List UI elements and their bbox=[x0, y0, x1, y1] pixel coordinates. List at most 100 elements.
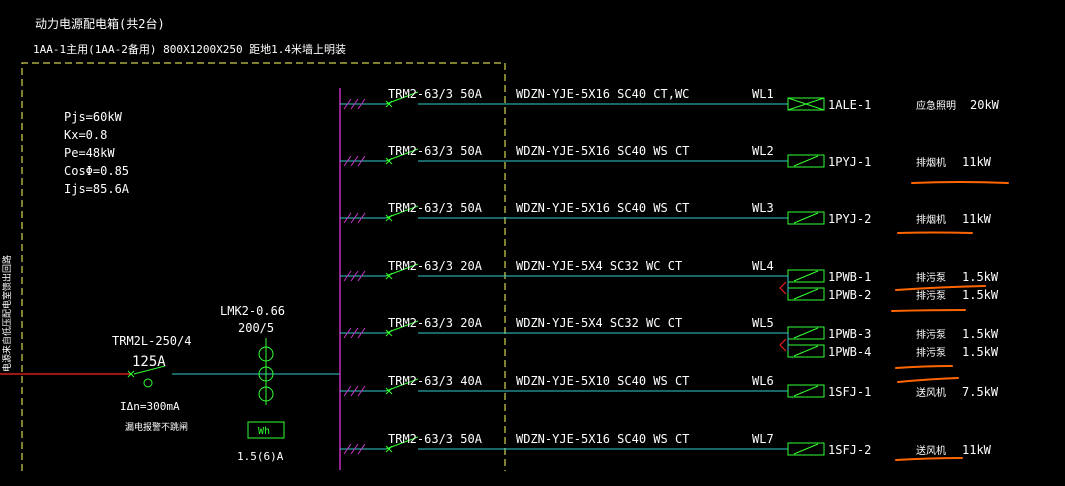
load-diagonal bbox=[793, 288, 819, 300]
load-id: 1PYJ-2 bbox=[828, 212, 871, 226]
outgoing-circuits: TRM2-63/3 50A WDZN-YJE-5X16 SC40 CT,WC WL1… bbox=[340, 87, 1000, 457]
load-1sfj-1: 1SFJ-1 送风机 7.5kW bbox=[787, 384, 999, 399]
load-diagonal bbox=[793, 443, 819, 455]
breaker-label: TRM2-63/3 20A bbox=[388, 316, 483, 330]
circuit-wl2: TRM2-63/3 50A WDZN-YJE-5X16 SC40 WS CT WL2… bbox=[340, 144, 992, 169]
load-parameter: Kx=0.8 bbox=[64, 128, 107, 142]
load-diagonal bbox=[793, 270, 819, 282]
load-1pwb-2: 1PWB-2 排污泵 1.5kW bbox=[787, 287, 999, 302]
cable-spec: WDZN-YJE-5X10 SC40 WS CT bbox=[516, 374, 689, 388]
cable-spec: WDZN-YJE-5X16 SC40 WS CT bbox=[516, 432, 689, 446]
circuit-wl5: TRM2-63/3 20A WDZN-YJE-5X4 SC32 WC CT WL5 1… bbox=[340, 316, 999, 359]
circuit-number: WL6 bbox=[752, 374, 774, 388]
circuit-number: WL5 bbox=[752, 316, 774, 330]
panel-title: 动力电源配电箱(共2台) bbox=[35, 16, 165, 31]
markup-underline bbox=[911, 181, 1009, 184]
load-name: 排污泵 bbox=[916, 271, 946, 284]
load-diagonal bbox=[793, 212, 819, 224]
load-1pwb-4: 1PWB-4 排污泵 1.5kW bbox=[787, 344, 999, 359]
load-parameter: Pe=48kW bbox=[64, 146, 115, 160]
load-1ale-1: 1ALE-1 应急照明 20kW bbox=[787, 97, 1000, 112]
load-id: 1PWB-1 bbox=[828, 270, 871, 284]
load-name: 应急照明 bbox=[916, 99, 956, 112]
load-id: 1SFJ-1 bbox=[828, 385, 871, 399]
residual-current-symbol bbox=[143, 378, 153, 388]
circuit-number: WL7 bbox=[752, 432, 774, 446]
load-diagonal bbox=[793, 385, 819, 397]
load-name: 排烟机 bbox=[916, 213, 946, 226]
energy-meter-label: Wh bbox=[258, 426, 270, 437]
incoming-feeder: 电源来自低压配电室馈出回路 TRM2L-250/4 125A IΔn=300mA… bbox=[0, 255, 340, 433]
breaker-label: TRM2-63/3 50A bbox=[388, 87, 483, 101]
load-parameter: Pjs=60kW bbox=[64, 110, 123, 124]
circuit-wl4: TRM2-63/3 20A WDZN-YJE-5X4 SC32 WC CT WL4 1… bbox=[340, 259, 999, 302]
circuit-number: WL4 bbox=[752, 259, 774, 273]
load-name: 排烟机 bbox=[916, 156, 946, 169]
cable-spec: WDZN-YJE-5X16 SC40 WS CT bbox=[516, 144, 689, 158]
load-power: 1.5kW bbox=[962, 270, 999, 284]
load-id: 1PYJ-1 bbox=[828, 155, 871, 169]
load-diagonal bbox=[793, 155, 819, 167]
load-power: 11kW bbox=[962, 443, 992, 457]
load-power: 1.5kW bbox=[962, 327, 999, 341]
load-power: 1.5kW bbox=[962, 288, 999, 302]
red-markup-bracket bbox=[779, 338, 787, 352]
meter-rating: 1.5(6)A bbox=[237, 450, 284, 463]
load-parameter: CosΦ=0.85 bbox=[64, 164, 129, 178]
load-parameters: Pjs=60kW Kx=0.8 Pe=48kW CosΦ=0.85 Ijs=85.6A bbox=[64, 110, 130, 196]
ct-ratio: 200/5 bbox=[238, 321, 274, 335]
circuit-number: WL1 bbox=[752, 87, 774, 101]
load-id: 1SFJ-2 bbox=[828, 443, 871, 457]
load-diagonal bbox=[793, 345, 819, 357]
load-1pyj-1: 1PYJ-1 排烟机 11kW bbox=[787, 154, 992, 169]
incoming-breaker-model: TRM2L-250/4 bbox=[112, 334, 191, 348]
cable-spec: WDZN-YJE-5X4 SC32 WC CT bbox=[516, 316, 682, 330]
panel-spec: 1AA-1主用(1AA-2备用) 800X1200X250 距地1.4米墙上明装 bbox=[33, 42, 346, 56]
markup-underline bbox=[895, 365, 953, 369]
load-id: 1PWB-4 bbox=[828, 345, 871, 359]
circuit-number: WL2 bbox=[752, 144, 774, 158]
load-power: 1.5kW bbox=[962, 345, 999, 359]
residual-alarm-note: 漏电报警不跳闸 bbox=[125, 421, 188, 433]
load-name: 送风机 bbox=[916, 444, 946, 457]
incoming-breaker-rating: 125A bbox=[132, 354, 166, 370]
circuit-wl6: TRM2-63/3 40A WDZN-YJE-5X10 SC40 WS CT WL6… bbox=[340, 374, 999, 399]
cable-spec: WDZN-YJE-5X4 SC32 WC CT bbox=[516, 259, 682, 273]
load-1pyj-2: 1PYJ-2 排烟机 11kW bbox=[787, 211, 992, 226]
breaker-label: TRM2-63/3 50A bbox=[388, 432, 483, 446]
markup-underline bbox=[891, 309, 966, 312]
load-id: 1PWB-3 bbox=[828, 327, 871, 341]
markup-underline bbox=[897, 377, 959, 383]
load-name: 送风机 bbox=[916, 386, 946, 399]
incoming-source-note: 电源来自低压配电室馈出回路 bbox=[1, 255, 13, 372]
load-power: 11kW bbox=[962, 212, 992, 226]
metering: LMK2-0.66 200/5 Wh 1.5(6)A bbox=[220, 304, 285, 463]
load-name: 排污泵 bbox=[916, 346, 946, 359]
residual-current-setting: IΔn=300mA bbox=[120, 400, 180, 413]
cable-spec: WDZN-YJE-5X16 SC40 WS CT bbox=[516, 201, 689, 215]
circuit-wl1: TRM2-63/3 50A WDZN-YJE-5X16 SC40 CT,WC WL1… bbox=[340, 87, 1000, 112]
load-name: 排污泵 bbox=[916, 289, 946, 302]
breaker-label: TRM2-63/3 40A bbox=[388, 374, 483, 388]
ct-model: LMK2-0.66 bbox=[220, 304, 285, 318]
load-power: 7.5kW bbox=[962, 385, 999, 399]
load-1sfj-2: 1SFJ-2 送风机 11kW bbox=[787, 442, 992, 457]
load-name: 排污泵 bbox=[916, 328, 946, 341]
load-diagonal bbox=[793, 327, 819, 339]
breaker-label: TRM2-63/3 50A bbox=[388, 201, 483, 215]
load-parameter: Ijs=85.6A bbox=[64, 182, 130, 196]
circuit-wl3: TRM2-63/3 50A WDZN-YJE-5X16 SC40 WS CT WL3… bbox=[340, 201, 992, 226]
load-id: 1PWB-2 bbox=[828, 288, 871, 302]
red-markup-bracket bbox=[779, 281, 787, 295]
breaker-label: TRM2-63/3 50A bbox=[388, 144, 483, 158]
markup-underline bbox=[897, 231, 973, 234]
load-power: 11kW bbox=[962, 155, 992, 169]
circuit-number: WL3 bbox=[752, 201, 774, 215]
load-power: 20kW bbox=[970, 98, 1000, 112]
circuit-wl7: TRM2-63/3 50A WDZN-YJE-5X16 SC40 WS CT WL7… bbox=[340, 432, 992, 457]
single-line-diagram: 动力电源配电箱(共2台) 1AA-1主用(1AA-2备用) 800X1200X2… bbox=[0, 16, 1009, 471]
load-1pwb-1: 1PWB-1 排污泵 1.5kW bbox=[787, 269, 999, 284]
load-id: 1ALE-1 bbox=[828, 98, 871, 112]
cable-spec: WDZN-YJE-5X16 SC40 CT,WC bbox=[516, 87, 689, 101]
load-1pwb-3: 1PWB-3 排污泵 1.5kW bbox=[787, 326, 999, 341]
